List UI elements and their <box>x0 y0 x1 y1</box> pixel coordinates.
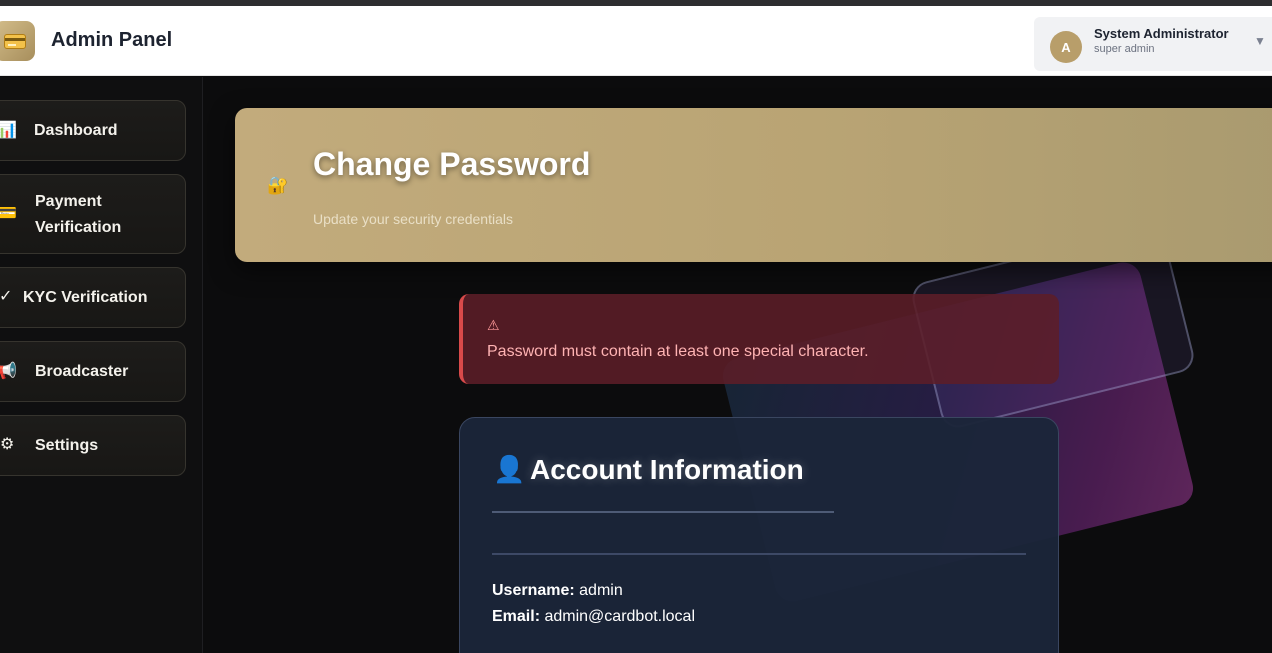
page-header-banner: 🔐 Change Password Update your security c… <box>235 108 1272 262</box>
page-title: Change Password <box>313 146 591 182</box>
sidebar-item-dashboard[interactable]: 📊 Dashboard <box>0 100 186 161</box>
email-value: admin@cardbot.local <box>544 608 696 625</box>
lock-key-icon: 🔐 <box>267 176 289 195</box>
sidebar-item-label: KYC Verification <box>23 289 148 306</box>
chevron-down-icon[interactable]: ▼ <box>1254 34 1266 48</box>
user-silhouette-icon: 👤 <box>493 454 526 484</box>
account-title: Account Information <box>530 454 804 485</box>
username-label: Username: <box>492 582 575 599</box>
page-subtitle: Update your security credentials <box>313 211 513 227</box>
user-menu[interactable]: A System Administrator super admin ▼ <box>1034 17 1272 71</box>
sidebar-item-kyc-verification[interactable]: ✓ KYC Verification <box>0 267 186 328</box>
credit-card-icon: 💳 <box>0 205 17 222</box>
sidebar-item-settings[interactable]: ⚙ Settings <box>0 415 186 476</box>
avatar: A <box>1050 31 1082 63</box>
title-underline <box>492 511 834 513</box>
megaphone-icon: 📢 <box>0 363 17 380</box>
email-row: Email: admin@cardbot.local <box>492 608 695 626</box>
sidebar-item-payment-verification[interactable]: 💳 Payment Verification <box>0 174 186 254</box>
sidebar-item-label: Payment Verification <box>35 193 122 236</box>
username-value: admin <box>579 582 623 599</box>
error-message: Password must contain at least one speci… <box>487 343 869 360</box>
account-information-card: 👤 Account Information Username: admin Em… <box>459 417 1059 653</box>
sidebar-item-label: Settings <box>35 437 99 454</box>
main-content: 🔐 Change Password Update your security c… <box>203 77 1272 653</box>
gear-icon: ⚙ <box>0 436 15 453</box>
user-role: super admin <box>1094 43 1155 55</box>
app-title: Admin Panel <box>51 29 173 51</box>
divider <box>492 553 1026 555</box>
app-logo[interactable] <box>0 21 35 61</box>
bar-chart-icon: 📊 <box>0 122 17 139</box>
sidebar-item-broadcaster[interactable]: 📢 Broadcaster <box>0 341 186 402</box>
credit-card-icon <box>3 33 26 49</box>
checkmark-icon: ✓ <box>0 288 13 305</box>
username-row: Username: admin <box>492 582 623 600</box>
email-label: Email: <box>492 608 541 625</box>
sidebar: 📊 Dashboard 💳 Payment Verification ✓ KYC… <box>0 77 203 653</box>
sidebar-item-label: Broadcaster <box>35 363 129 380</box>
top-header: Admin Panel A System Administrator super… <box>0 6 1272 76</box>
error-alert: ⚠ Password must contain at least one spe… <box>459 294 1059 384</box>
warning-icon: ⚠ <box>487 317 500 333</box>
user-name: System Administrator <box>1094 26 1229 41</box>
sidebar-item-label: Dashboard <box>34 122 118 139</box>
